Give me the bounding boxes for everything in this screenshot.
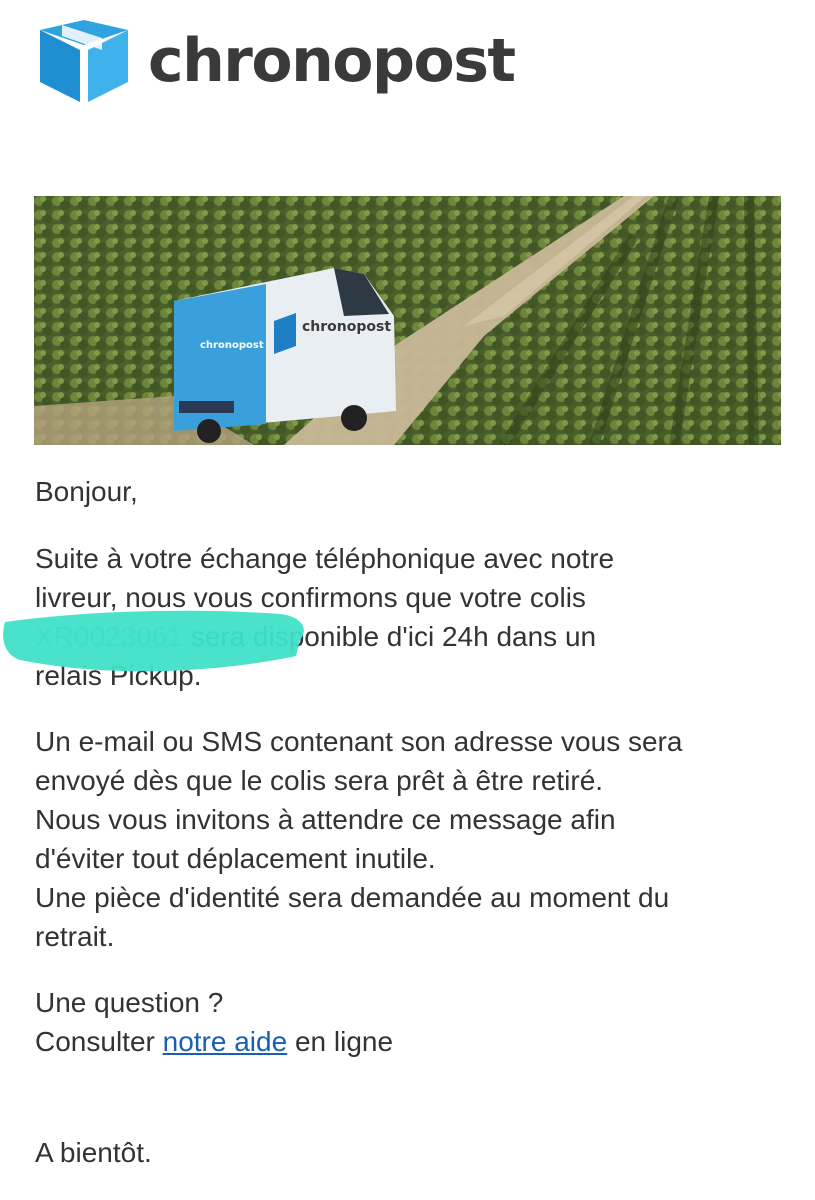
svg-text:chronopost: chronopost <box>302 319 391 335</box>
delivery-van: chronopost chronopost <box>174 268 396 443</box>
instructions-line-5: Une pièce d'identité sera demandée au mo… <box>35 882 670 913</box>
package-cube-icon <box>40 20 128 102</box>
instructions-line-1: Un e-mail ou SMS contenant son adresse v… <box>35 726 683 757</box>
help-link[interactable]: notre aide <box>163 1026 288 1057</box>
email-body: Bonjour, Suite à votre échange téléphoni… <box>35 472 785 1172</box>
signoff: A bientôt. <box>35 1137 152 1168</box>
instructions-line-3: Nous vous invitons à attendre ce message… <box>35 804 616 835</box>
confirmation-line-2: livreur, nous vous confirmons que votre … <box>35 582 586 613</box>
confirmation-line-1: Suite à votre échange téléphonique avec … <box>35 543 615 574</box>
paragraph-help: Une question ? Consulter notre aide en l… <box>35 983 785 1061</box>
question-text: Une question ? <box>35 987 224 1018</box>
help-suffix: en ligne <box>294 1026 394 1057</box>
confirmation-line-3: sera disponible d'ici 24h dans un <box>190 621 597 652</box>
greeting: Bonjour, <box>35 476 138 507</box>
confirmation-line-4: relais Pickup. <box>35 660 202 691</box>
tracking-number: XR0023061 <box>35 621 183 652</box>
instructions-line-6: retrait. <box>35 921 115 952</box>
paragraph-instructions: Un e-mail ou SMS contenant son adresse v… <box>35 722 785 956</box>
svg-text:chronopost: chronopost <box>200 340 264 351</box>
chronopost-logo: chronopost <box>40 20 516 102</box>
vineyard-van-photo: chronopost chronopost <box>34 196 781 445</box>
instructions-line-2: envoyé dès que le colis sera prêt à être… <box>35 765 604 796</box>
instructions-line-4: d'éviter tout déplacement inutile. <box>35 843 436 874</box>
brand-name: chronopost <box>148 26 516 96</box>
hero-image: chronopost chronopost <box>34 196 781 445</box>
help-prefix: Consulter <box>35 1026 155 1057</box>
paragraph-confirmation: Suite à votre échange téléphonique avec … <box>35 539 785 695</box>
